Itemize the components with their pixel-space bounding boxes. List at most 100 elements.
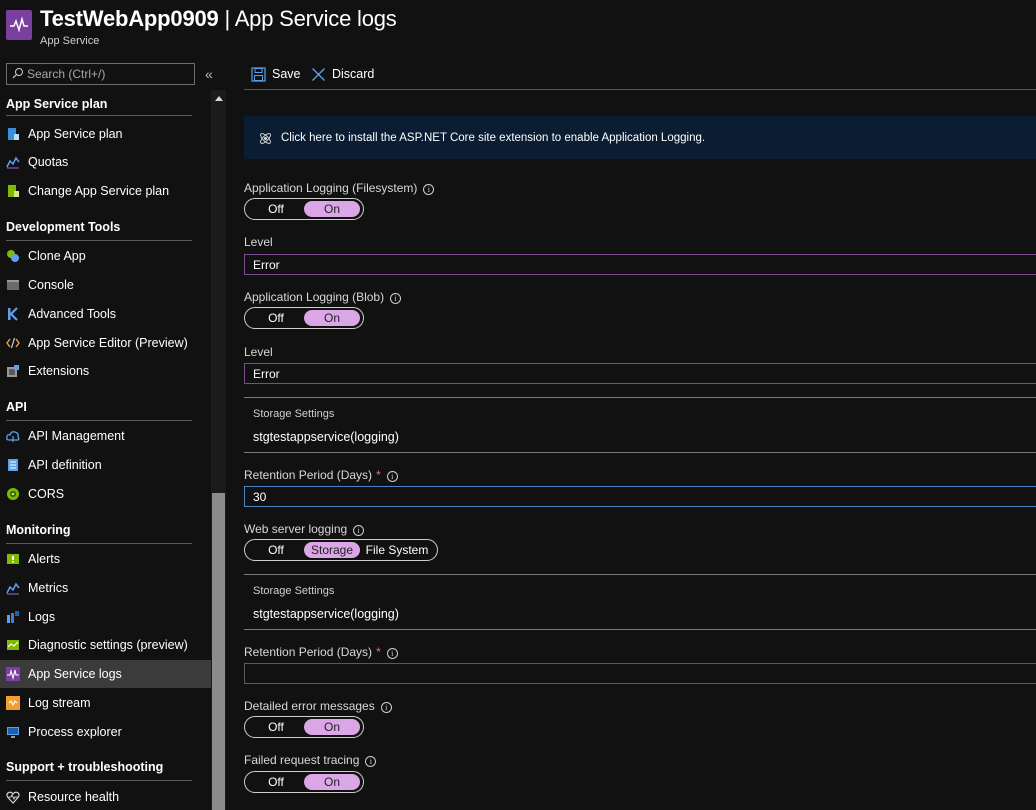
level-blob-label: Level (244, 345, 273, 359)
command-bar: Save Discard (244, 60, 1036, 90)
sidebar-item-app-service-editor[interactable]: App Service Editor (Preview) (0, 329, 211, 357)
toggle-option-on[interactable]: On (304, 774, 360, 790)
info-icon[interactable]: i (423, 184, 435, 195)
info-icon[interactable]: i (390, 293, 402, 304)
app-logging-blob-toggle[interactable]: Off On (244, 307, 364, 329)
diagnostic-settings-icon (7, 640, 19, 650)
failed-request-tracing-label: Failed request tracing i (244, 753, 377, 767)
retention-blob-label: Retention Period (Days) * i (244, 468, 398, 482)
sidebar-item-advanced-tools[interactable]: Advanced Tools (0, 300, 211, 328)
section-title-support-troubleshooting: Support + troubleshooting (6, 760, 164, 774)
section-title-monitoring: Monitoring (6, 523, 71, 537)
install-extension-banner[interactable]: Click here to install the ASP.NET Core s… (244, 116, 1036, 159)
scroll-up-arrow-icon[interactable] (215, 96, 223, 101)
sidebar-item-change-app-service-plan[interactable]: Change App Service plan (0, 177, 211, 205)
sidebar-item-alerts[interactable]: Alerts (0, 545, 211, 573)
sidebar-item-metrics[interactable]: Metrics (0, 574, 211, 602)
search-box[interactable] (6, 63, 195, 85)
sidebar-item-api-management[interactable]: API Management (0, 422, 211, 450)
discard-button[interactable]: Discard (311, 65, 374, 83)
info-icon[interactable]: i (386, 471, 398, 482)
app-service-logs-icon (6, 10, 32, 40)
detailed-errors-toggle[interactable]: Off On (244, 716, 364, 738)
info-icon[interactable]: i (386, 648, 398, 659)
scrollbar-thumb[interactable] (212, 493, 225, 810)
extension-icon (260, 133, 271, 144)
logs-icon (7, 611, 19, 623)
section-divider (6, 240, 192, 241)
advanced-tools-icon (8, 307, 18, 321)
sidebar-item-app-service-plan[interactable]: App Service plan (0, 120, 211, 148)
search-icon (12, 68, 23, 79)
retention-web-input[interactable] (244, 663, 1036, 684)
app-logging-filesystem-label: Application Logging (Filesystem) i (244, 181, 435, 195)
api-management-icon (6, 431, 20, 442)
section-divider (6, 780, 192, 781)
console-icon (7, 280, 19, 290)
metrics-icon (6, 582, 20, 595)
toggle-option-file-system[interactable]: File System (360, 542, 434, 558)
web-server-logging-label: Web server logging i (244, 522, 365, 536)
sidebar-item-api-definition[interactable]: API definition (0, 451, 211, 479)
resource-health-icon (6, 791, 20, 804)
toggle-option-off[interactable]: Off (248, 201, 304, 217)
change-plan-icon (8, 185, 19, 197)
failed-request-tracing-toggle[interactable]: Off On (244, 771, 364, 793)
app-logging-filesystem-toggle[interactable]: Off On (244, 198, 364, 220)
process-explorer-icon (7, 727, 19, 738)
app-service-logs-icon (6, 667, 20, 681)
toggle-option-off[interactable]: Off (248, 310, 304, 326)
toggle-option-off[interactable]: Off (248, 774, 304, 790)
alerts-icon (7, 554, 19, 564)
level-filesystem-select[interactable]: Error (244, 254, 1036, 275)
sidebar-item-quotas[interactable]: Quotas (0, 148, 211, 176)
sidebar-item-resource-health[interactable]: Resource health (0, 783, 211, 810)
toggle-option-off[interactable]: Off (248, 542, 304, 558)
retention-blob-input[interactable]: 30 (244, 486, 1036, 507)
section-title-api: API (6, 400, 27, 414)
app-service-plan-icon (8, 128, 19, 140)
app-logging-blob-label: Application Logging (Blob) i (244, 290, 402, 304)
save-button[interactable]: Save (251, 65, 301, 83)
retention-web-label: Retention Period (Days) * i (244, 645, 398, 659)
toggle-option-on[interactable]: On (304, 719, 360, 735)
sidebar-item-diagnostic-settings[interactable]: Diagnostic settings (preview) (0, 631, 211, 659)
storage-settings-blob[interactable]: Storage Settings stgtestappservice(loggi… (244, 397, 1036, 453)
info-icon[interactable]: i (353, 525, 365, 536)
info-icon[interactable]: i (365, 756, 377, 767)
section-title-development-tools: Development Tools (6, 220, 121, 234)
sidebar-item-logs[interactable]: Logs (0, 603, 211, 631)
log-stream-icon (6, 696, 20, 710)
toggle-option-storage[interactable]: Storage (304, 542, 360, 558)
sidebar-item-process-explorer[interactable]: Process explorer (0, 718, 211, 746)
section-title-app-service-plan: App Service plan (6, 97, 108, 111)
sidebar-scrollbar[interactable] (211, 90, 226, 810)
info-icon[interactable]: i (380, 702, 392, 713)
close-icon (312, 67, 325, 81)
api-definition-icon (8, 459, 18, 471)
page-title: TestWebApp0909 | App Service logs (40, 6, 397, 31)
sidebar-item-log-stream[interactable]: Log stream (0, 689, 211, 717)
sidebar-item-console[interactable]: Console (0, 271, 211, 299)
level-blob-select[interactable]: Error (244, 363, 1036, 384)
sidebar-item-clone-app[interactable]: Clone App (0, 242, 211, 270)
resource-menu: App Service plan App Service plan Quotas… (0, 90, 211, 810)
level-filesystem-label: Level (244, 235, 273, 249)
collapse-menu-icon[interactable]: « (205, 66, 213, 82)
blade-header: TestWebApp0909 | App Service logs App Se… (0, 0, 1036, 56)
code-editor-icon (6, 337, 20, 349)
sidebar-item-extensions[interactable]: Extensions (0, 357, 211, 385)
toggle-option-on[interactable]: On (304, 201, 360, 217)
page-subtitle: App Service (40, 35, 100, 47)
storage-settings-web[interactable]: Storage Settings stgtestappservice(loggi… (244, 574, 1036, 630)
clone-app-icon (7, 250, 19, 262)
extensions-icon (7, 365, 19, 377)
toggle-option-off[interactable]: Off (248, 719, 304, 735)
search-input[interactable] (27, 66, 192, 82)
cors-icon (7, 488, 19, 500)
sidebar-item-app-service-logs[interactable]: App Service logs (0, 660, 211, 688)
sidebar-item-cors[interactable]: CORS (0, 480, 211, 508)
toggle-option-on[interactable]: On (304, 310, 360, 326)
web-server-logging-toggle[interactable]: Off Storage File System (244, 539, 438, 561)
app-service-logs-page: TestWebApp0909 | App Service logs App Se… (0, 0, 1036, 810)
